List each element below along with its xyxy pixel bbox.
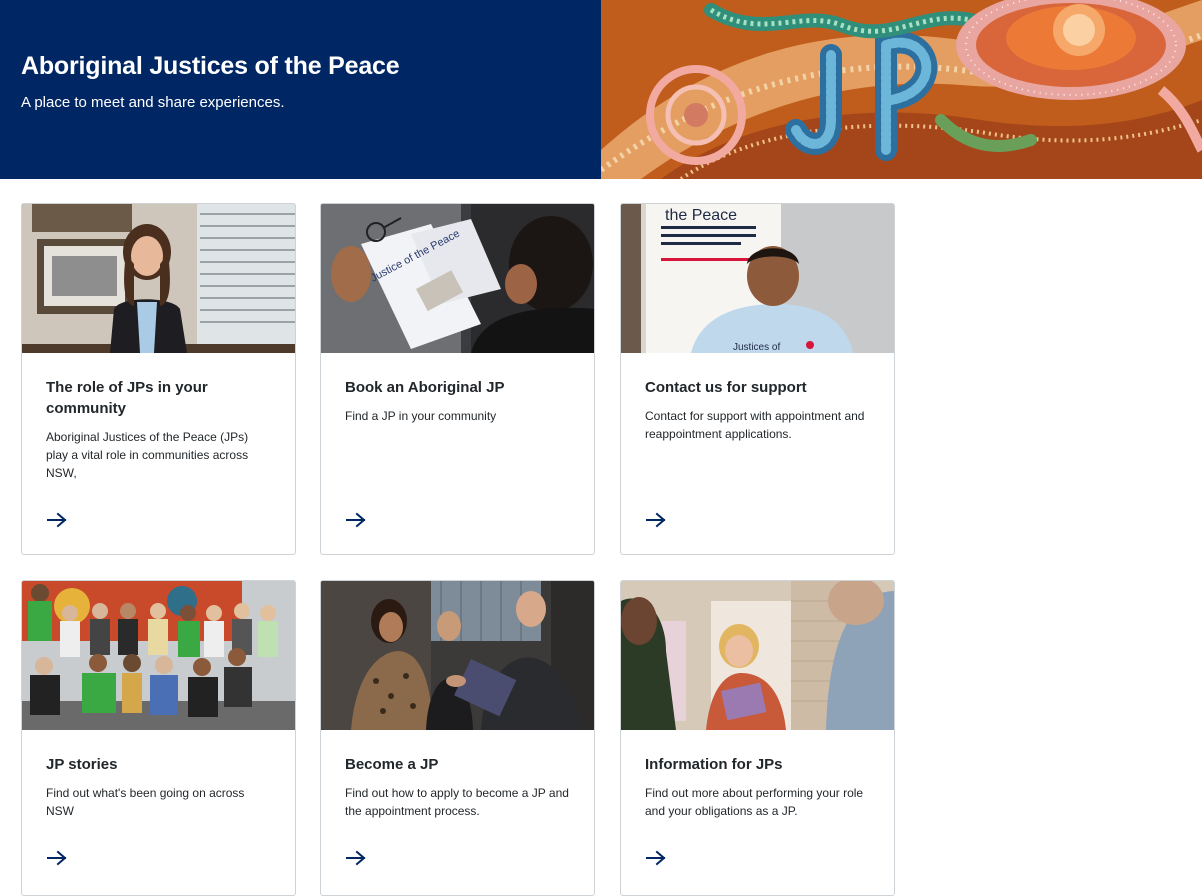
justice-of-the-peace-brochure-photo: Justice of the Peace bbox=[321, 204, 594, 353]
card-description: Find out what's been going on across NSW bbox=[46, 786, 245, 818]
group-photo bbox=[22, 581, 295, 730]
man-at-jp-stand-photo: the Peace Justices of bbox=[621, 204, 894, 353]
card-become-a-jp[interactable]: Become a JP Find out how to apply to bec… bbox=[320, 580, 595, 896]
hero-banner: Aboriginal Justices of the Peace A place… bbox=[0, 0, 1202, 179]
card-body: Contact us for support Contact for suppo… bbox=[621, 377, 894, 443]
arrow-right-icon[interactable] bbox=[46, 850, 68, 866]
card-contact-us-for-support[interactable]: the Peace Justices of Contact us for sup… bbox=[620, 203, 895, 555]
smiling-woman-photo bbox=[621, 581, 894, 730]
card-title[interactable]: Information for JPs bbox=[645, 754, 870, 775]
arrow-right-icon[interactable] bbox=[645, 512, 667, 528]
card-title[interactable]: Book an Aboriginal JP bbox=[345, 377, 570, 398]
card-title[interactable]: Become a JP bbox=[345, 754, 570, 775]
card-title[interactable]: The role of JPs in your community bbox=[46, 377, 271, 419]
card-body: Book an Aboriginal JP Find a JP in your … bbox=[321, 377, 594, 425]
page-title: Aboriginal Justices of the Peace bbox=[21, 52, 400, 80]
card-title[interactable]: JP stories bbox=[46, 754, 271, 775]
woman-in-office-photo bbox=[22, 204, 295, 353]
card-title[interactable]: Contact us for support bbox=[645, 377, 870, 398]
card-description: Find out how to apply to become a JP and… bbox=[345, 786, 569, 818]
card-description: Aboriginal Justices of the Peace (JPs) p… bbox=[46, 430, 249, 480]
card-role-of-jps[interactable]: The role of JPs in your community Aborig… bbox=[21, 203, 296, 555]
arrow-right-icon[interactable] bbox=[645, 850, 667, 866]
card-description: Contact for support with appointment and… bbox=[645, 409, 865, 441]
hero-artwork-image bbox=[601, 0, 1202, 179]
banner-title-text: the Peace bbox=[665, 207, 737, 224]
card-body: Information for JPs Find out more about … bbox=[621, 754, 894, 820]
card-description: Find out more about performing your role… bbox=[645, 786, 864, 818]
handshake-ceremony-photo bbox=[321, 581, 594, 730]
card-information-for-jps[interactable]: Information for JPs Find out more about … bbox=[620, 580, 895, 896]
hero-text-panel: Aboriginal Justices of the Peace A place… bbox=[0, 0, 601, 179]
card-description: Find a JP in your community bbox=[345, 409, 497, 423]
card-body: The role of JPs in your community Aborig… bbox=[22, 377, 295, 482]
card-book-aboriginal-jp[interactable]: Justice of the Peace Book an Aboriginal … bbox=[320, 203, 595, 555]
card-jp-stories[interactable]: JP stories Find out what's been going on… bbox=[21, 580, 296, 896]
card-body: JP stories Find out what's been going on… bbox=[22, 754, 295, 820]
arrow-right-icon[interactable] bbox=[345, 850, 367, 866]
card-body: Become a JP Find out how to apply to bec… bbox=[321, 754, 594, 820]
arrow-right-icon[interactable] bbox=[46, 512, 68, 528]
svg-text:Justices of: Justices of bbox=[733, 342, 780, 353]
arrow-right-icon[interactable] bbox=[345, 512, 367, 528]
page-subtitle: A place to meet and share experiences. bbox=[21, 94, 285, 111]
